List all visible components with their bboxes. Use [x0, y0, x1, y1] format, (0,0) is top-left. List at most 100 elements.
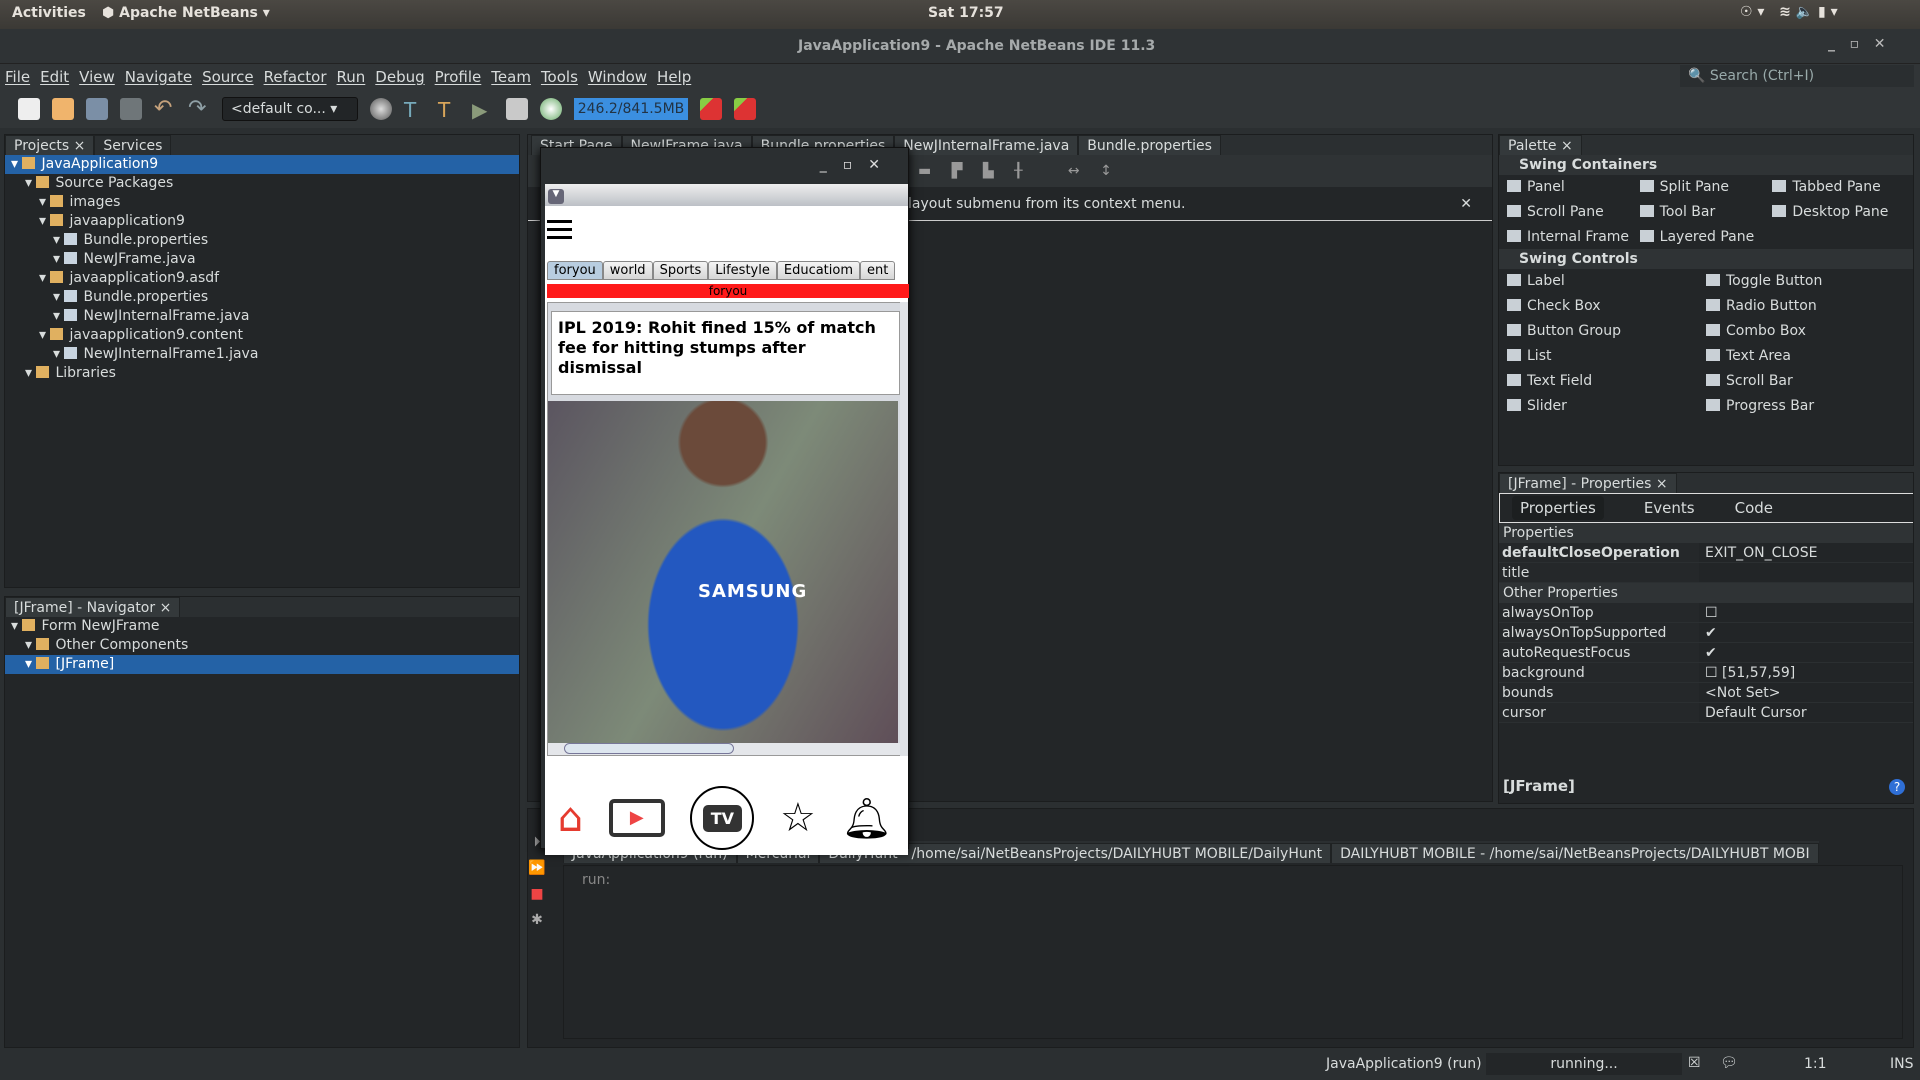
menu-debug[interactable]: Debug [375, 68, 424, 86]
profiler-stop-icon[interactable] [734, 98, 756, 120]
palette-item[interactable]: Desktop Pane [1772, 204, 1905, 220]
tv-icon[interactable]: TV [690, 786, 755, 850]
save-all-icon[interactable] [120, 98, 142, 120]
news-photo[interactable]: SAMSUNG [548, 401, 898, 745]
expand-arrow-icon[interactable]: ▾ [53, 308, 64, 324]
palette-item[interactable]: Internal Frame [1507, 229, 1640, 245]
globe-icon[interactable] [370, 98, 392, 120]
close-hint-icon[interactable]: ✕ [1460, 187, 1472, 221]
palette-section-header[interactable]: Swing Controls [1499, 249, 1913, 269]
palette-item[interactable]: Scroll Pane [1507, 204, 1640, 220]
category-tab[interactable]: world [602, 261, 653, 280]
menu-team[interactable]: Team [491, 68, 531, 86]
rerun-fast-icon[interactable]: ⏩ [528, 855, 546, 881]
menu-edit[interactable]: Edit [40, 68, 69, 86]
property-value[interactable]: EXIT_ON_CLOSE [1699, 543, 1913, 562]
horizontal-scrollbar[interactable] [548, 743, 902, 755]
tab-events[interactable]: Events [1644, 499, 1695, 517]
tab-palette[interactable]: Palette × [1499, 135, 1582, 155]
undo-icon[interactable]: ↶ [154, 98, 176, 120]
output-console[interactable]: run: [563, 865, 1903, 1039]
expand-arrow-icon[interactable]: ▾ [11, 618, 22, 634]
news-headline[interactable]: IPL 2019: Rohit fined 15% of match fee f… [551, 311, 900, 395]
property-value[interactable]: <Not Set> [1699, 683, 1913, 702]
hamburger-menu-icon[interactable] [547, 220, 572, 239]
expand-arrow-icon[interactable]: ▾ [53, 251, 64, 267]
menu-dropdown-icon[interactable]: ▼ [548, 189, 564, 204]
property-value[interactable]: ☐ [1699, 603, 1913, 622]
category-tab[interactable]: ent [860, 261, 896, 280]
expand-arrow-icon[interactable]: ▾ [25, 637, 36, 653]
system-tray-icons[interactable]: ☉ ▾ ≋ 🔈 ▮ ▾ [1740, 4, 1838, 20]
menu-help[interactable]: Help [657, 68, 691, 86]
tree-item[interactable]: ▾ Source Packages [5, 174, 519, 193]
expand-arrow-icon[interactable]: ▾ [39, 270, 50, 286]
palette-item[interactable]: Radio Button [1706, 298, 1905, 314]
palette-item[interactable]: Tabbed Pane [1772, 179, 1905, 195]
property-group[interactable]: Other Properties [1499, 583, 1913, 603]
tree-item[interactable]: ▾ javaapplication9.asdf [5, 269, 519, 288]
category-tab[interactable]: Educatiom [776, 261, 861, 280]
notifications-icon[interactable]: 💬︎ [1720, 1055, 1738, 1071]
expand-arrow-icon[interactable]: ▾ [25, 365, 36, 381]
vertical-scrollbar[interactable] [900, 302, 908, 756]
palette-item[interactable]: Button Group [1507, 323, 1706, 339]
tree-item[interactable]: ▾ JavaApplication9 [5, 155, 519, 174]
run-icon[interactable]: ▶ [472, 98, 494, 122]
video-icon[interactable]: ▶ [608, 799, 665, 837]
expand-arrow-icon[interactable]: ▾ [39, 213, 50, 229]
new-file-icon[interactable] [18, 98, 40, 120]
tree-item[interactable]: ▾ NewJFrame.java [5, 250, 519, 269]
new-project-icon[interactable] [52, 98, 74, 120]
frame-window-controls[interactable]: _▫✕ [541, 148, 908, 182]
category-tab[interactable]: foryou [547, 261, 603, 280]
activities-button[interactable]: Activities [12, 5, 86, 21]
cancel-process-icon[interactable]: ☒ [1688, 1055, 1701, 1071]
clock[interactable]: Sat 17:57 [928, 5, 1004, 21]
tree-item[interactable]: ▾ Bundle.properties [5, 288, 519, 307]
tree-item[interactable]: ▾ javaapplication9.content [5, 326, 519, 345]
palette-section-header[interactable]: Swing Containers [1499, 155, 1913, 175]
palette-item[interactable]: List [1507, 348, 1706, 364]
clean-build-icon[interactable]: T [438, 98, 460, 122]
tree-item[interactable]: ▾ NewJInternalFrame1.java [5, 345, 519, 364]
settings-icon[interactable]: ✱ [528, 907, 546, 933]
tab-projects[interactable]: Projects × [5, 135, 95, 155]
expand-arrow-icon[interactable]: ▾ [25, 175, 36, 191]
menu-profile[interactable]: Profile [435, 68, 482, 86]
search-input[interactable]: 🔍 Search (Ctrl+I) [1680, 65, 1914, 87]
category-tab[interactable]: Lifestyle [708, 261, 777, 280]
tab-services[interactable]: Services [94, 135, 172, 155]
palette-item[interactable]: Toggle Button [1706, 273, 1905, 289]
tree-item[interactable]: ▾ Form NewJFrame [5, 617, 519, 636]
palette-item[interactable]: Combo Box [1706, 323, 1905, 339]
menu-refactor[interactable]: Refactor [264, 68, 327, 86]
property-value[interactable]: ✔ [1699, 623, 1913, 642]
menu-navigate[interactable]: Navigate [125, 68, 192, 86]
editor-tab[interactable]: Bundle.properties [1078, 135, 1221, 155]
window-controls[interactable]: _ ▫ ✕ [1828, 36, 1885, 52]
profile-icon[interactable] [540, 98, 562, 120]
palette-item[interactable]: Check Box [1507, 298, 1706, 314]
stop-icon[interactable]: ■ [528, 881, 546, 907]
tab-navigator[interactable]: [JFrame] - Navigator × [5, 597, 181, 617]
tree-item[interactable]: ▾ Libraries [5, 364, 519, 383]
expand-arrow-icon[interactable]: ▾ [39, 194, 50, 210]
app-menu[interactable]: ⬢ Apache NetBeans ▾ [102, 5, 270, 21]
config-dropdown[interactable]: <default co... ▾ [222, 97, 358, 121]
property-value[interactable]: ☐ [51,57,59] [1699, 663, 1913, 682]
help-icon[interactable]: ? [1889, 779, 1905, 795]
output-tab[interactable]: DAILYHUBT MOBILE - /home/sai/NetBeansPro… [1331, 843, 1819, 863]
tree-item[interactable]: ▾ Bundle.properties [5, 231, 519, 250]
expand-arrow-icon[interactable]: ▾ [53, 289, 64, 305]
tree-item[interactable]: ▾ [JFrame] [5, 655, 519, 674]
tab-properties-window[interactable]: [JFrame] - Properties × [1499, 473, 1677, 493]
editor-tab[interactable]: NewJInternalFrame.java [894, 135, 1079, 155]
expand-arrow-icon[interactable]: ▾ [53, 346, 64, 362]
tree-item[interactable]: ▾ Other Components [5, 636, 519, 655]
build-hammer-icon[interactable]: T [404, 98, 426, 122]
menu-view[interactable]: View [79, 68, 115, 86]
palette-item[interactable]: Tool Bar [1640, 204, 1773, 220]
status-process[interactable]: JavaApplication9 (run) [1326, 1056, 1482, 1072]
menu-source[interactable]: Source [202, 68, 254, 86]
